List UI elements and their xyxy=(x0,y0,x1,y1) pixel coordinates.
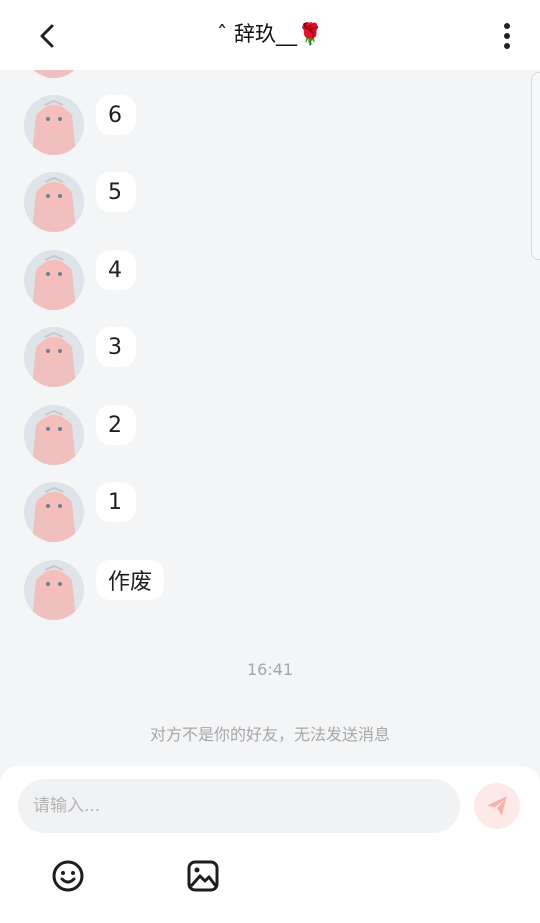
image-button[interactable] xyxy=(184,857,222,895)
more-options-button[interactable] xyxy=(492,16,522,56)
avatar[interactable] xyxy=(24,172,84,232)
avatar-image xyxy=(24,172,84,232)
message-bubble[interactable]: 2 xyxy=(96,405,136,445)
message-row: 5 xyxy=(24,172,136,232)
message-bubble[interactable]: 4 xyxy=(96,250,136,290)
avatar-image xyxy=(24,560,84,620)
system-notice: 对方不是你的好友，无法发送消息 xyxy=(149,725,390,744)
send-icon xyxy=(487,796,507,816)
chat-header: ˆ 辞玖__🌹 xyxy=(0,0,540,70)
chat-title: ˆ 辞玖__🌹 xyxy=(216,22,324,46)
avatar[interactable] xyxy=(24,482,84,542)
message-row: 6 xyxy=(24,95,136,155)
message-row: 3 xyxy=(24,327,136,387)
message-bubble[interactable]: 3 xyxy=(96,327,136,367)
avatar-image xyxy=(24,250,84,310)
timestamp: 16:41 xyxy=(246,660,294,679)
message-row: 1 xyxy=(24,482,136,542)
message-row: 作废 xyxy=(24,560,165,620)
scrollbar-thumb[interactable] xyxy=(531,72,540,260)
avatar-image xyxy=(24,327,84,387)
emoji-icon xyxy=(52,860,84,892)
avatar[interactable] xyxy=(24,250,84,310)
emoji-button[interactable] xyxy=(49,857,87,895)
avatar-image xyxy=(24,405,84,465)
message-bubble[interactable]: 5 xyxy=(96,172,136,212)
avatar-image xyxy=(24,95,84,155)
message-input[interactable] xyxy=(18,779,460,833)
avatar-image xyxy=(24,482,84,542)
avatar[interactable] xyxy=(24,95,84,155)
message-row: 2 xyxy=(24,405,136,465)
image-icon xyxy=(187,860,219,892)
avatar[interactable] xyxy=(24,327,84,387)
message-row: 4 xyxy=(24,250,136,310)
message-bubble[interactable]: 6 xyxy=(96,95,136,135)
message-bubble[interactable]: 1 xyxy=(96,482,136,522)
more-vertical-icon xyxy=(504,23,510,49)
composer-bar xyxy=(0,766,540,923)
send-button[interactable] xyxy=(474,783,520,829)
message-bubble[interactable]: 作废 xyxy=(96,560,165,600)
message-list[interactable]: 6 5 4 3 2 1 作废 16:41 对方不是你的好友，无法发送消息 xyxy=(0,0,540,760)
avatar[interactable] xyxy=(24,405,84,465)
avatar[interactable] xyxy=(24,560,84,620)
